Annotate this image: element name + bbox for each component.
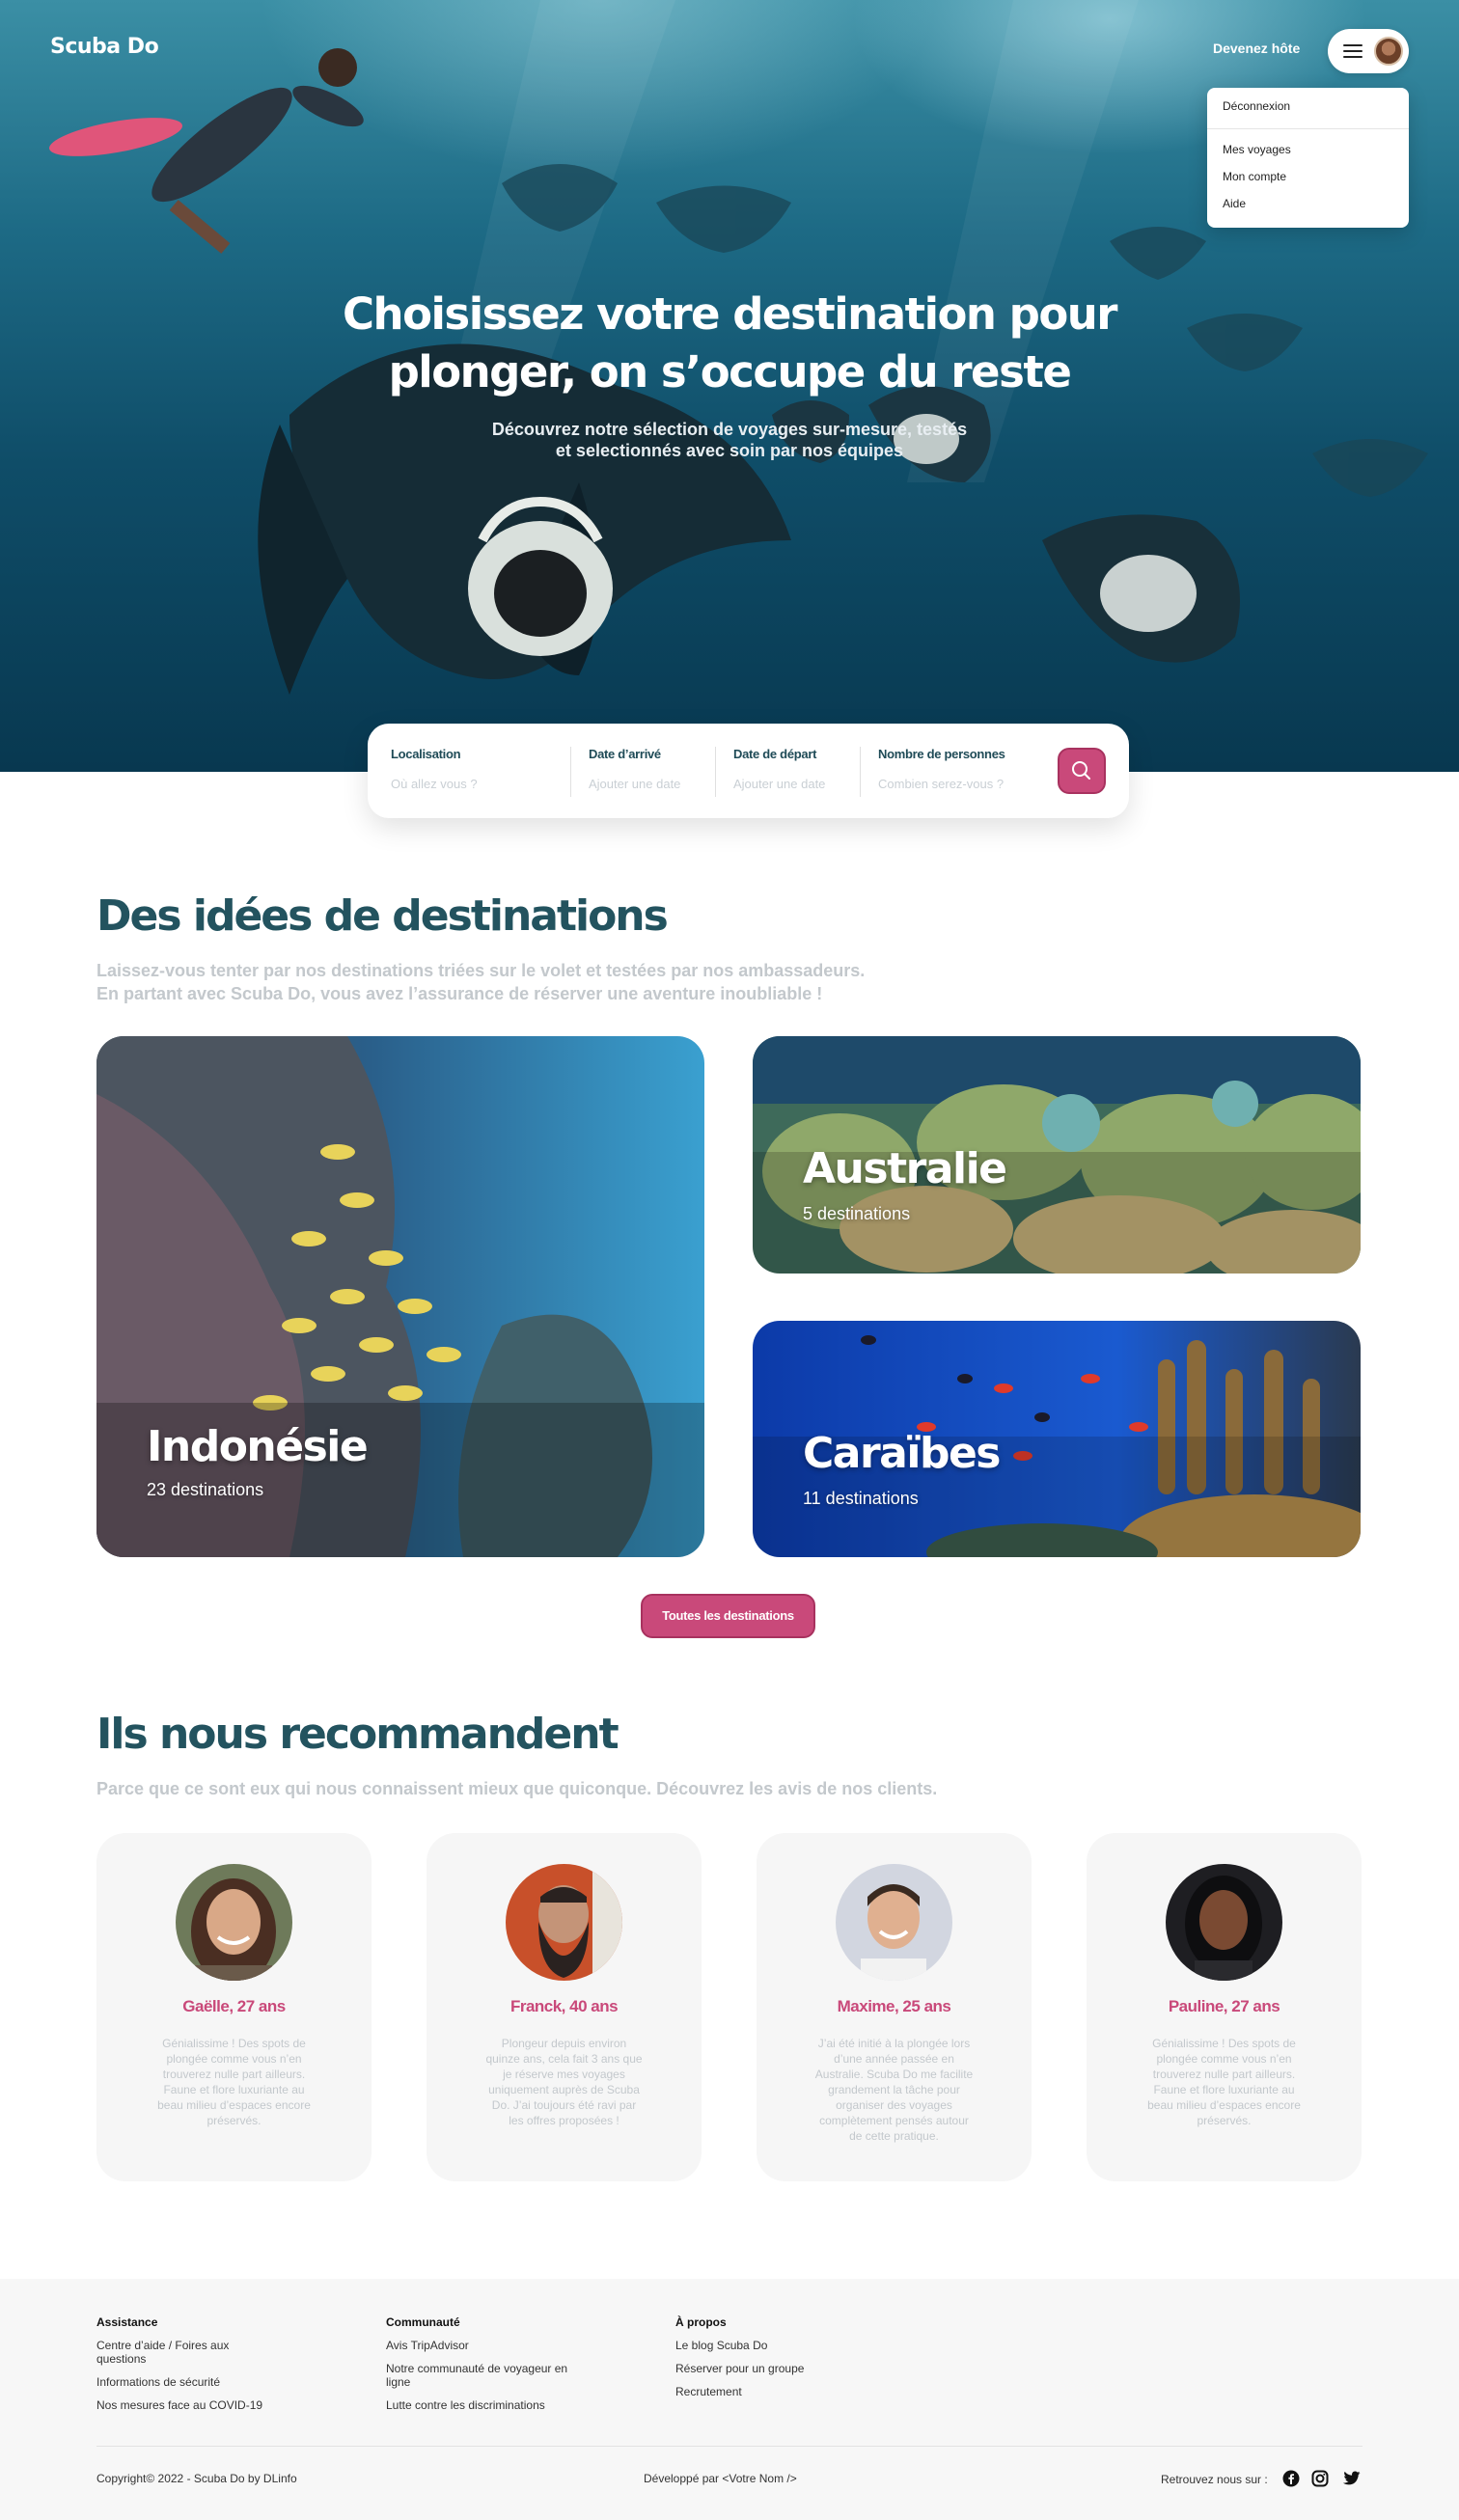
destination-card-caribbean[interactable]: Caraïbes 11 destinations xyxy=(753,1321,1361,1557)
testimonials-title: Ils nous recommandent xyxy=(96,1710,619,1759)
footer-link[interactable]: Le blog Scuba Do xyxy=(675,2339,868,2352)
footer-link[interactable]: Réserver pour un groupe xyxy=(675,2362,868,2375)
destinations-lead-line-1: Laissez-vous tenter par nos destinations… xyxy=(96,961,866,980)
destinations-lead: Laissez-vous tenter par nos destinations… xyxy=(96,959,865,1005)
hamburger-icon xyxy=(1343,44,1363,58)
footer-link[interactable]: Avis TripAdvisor xyxy=(386,2339,579,2352)
guests-input[interactable]: Combien serez-vous ? xyxy=(878,777,1005,791)
avatar xyxy=(1166,1864,1282,1981)
search-divider xyxy=(860,747,861,797)
destination-card-indonesia[interactable]: Indonésie 23 destinations xyxy=(96,1036,704,1557)
footer-column-assistance: Assistance Centre d’aide / Foires aux qu… xyxy=(96,2315,289,2422)
testimonial-card: Maxime, 25 ans J’ai été initié à la plon… xyxy=(757,1833,1032,2181)
avatar xyxy=(176,1864,292,1981)
all-destinations-button[interactable]: Toutes les destinations xyxy=(641,1594,815,1638)
arrival-label: Date d’arrivé xyxy=(589,747,661,761)
testimonial-card: Pauline, 27 ans Génialissime ! Des spots… xyxy=(1087,1833,1362,2181)
destination-count: 5 destinations xyxy=(803,1204,911,1223)
destination-name: Caraïbes xyxy=(803,1429,1001,1478)
footer-link[interactable]: Notre communauté de voyageur en ligne xyxy=(386,2362,579,2389)
footer-link[interactable]: Lutte contre les discriminations xyxy=(386,2398,579,2412)
footer: Assistance Centre d’aide / Foires aux qu… xyxy=(0,2279,1459,2520)
user-avatar xyxy=(1374,37,1403,66)
departure-label: Date de départ xyxy=(733,747,817,761)
search-icon xyxy=(1072,761,1090,780)
instagram-icon[interactable] xyxy=(1311,2470,1329,2487)
menu-item-account[interactable]: Mon compte xyxy=(1223,170,1286,183)
departure-date-input[interactable]: Ajouter une date xyxy=(733,777,825,791)
destination-card-australia[interactable]: Australie 5 destinations xyxy=(753,1036,1361,1274)
copyright: Copyright© 2022 - Scuba Do by DLinfo xyxy=(96,2472,297,2485)
avatar xyxy=(506,1864,622,1981)
hero-subtitle: Découvrez notre sélection de voyages sur… xyxy=(392,419,1067,461)
footer-link[interactable]: Centre d’aide / Foires aux questions xyxy=(96,2339,251,2366)
arrival-date-input[interactable]: Ajouter une date xyxy=(589,777,680,791)
testimonial-name: Maxime, 25 ans xyxy=(837,1997,951,2015)
menu-divider xyxy=(1207,128,1409,129)
footer-link[interactable]: Recrutement xyxy=(675,2385,868,2398)
brand-logo[interactable]: Scuba Do xyxy=(50,35,159,59)
search-field-departure[interactable]: Date de départ Ajouter une date xyxy=(733,747,825,791)
search-field-guests[interactable]: Nombre de personnes Combien serez-vous ? xyxy=(878,747,1005,791)
hero-title-line-2: plonger, on s’occupe du reste xyxy=(388,346,1072,397)
search-bar: Localisation Où allez vous ? Date d’arri… xyxy=(368,724,1129,818)
become-host-link[interactable]: Devenez hôte xyxy=(1213,41,1300,56)
footer-heading: Communauté xyxy=(386,2315,460,2329)
destination-count: 11 destinations xyxy=(803,1489,919,1508)
footer-heading: À propos xyxy=(675,2315,727,2329)
testimonial-name: Franck, 40 ans xyxy=(509,1997,619,2015)
search-field-location[interactable]: Localisation Où allez vous ? xyxy=(391,747,478,791)
testimonial-text: J’ai été initié à la plongée lors d’une … xyxy=(814,2037,974,2143)
hero-subtitle-line-2: et selectionnés avec soin par nos équipe… xyxy=(555,441,904,460)
hero-title: Choisissez votre destination pour plonge… xyxy=(295,286,1164,401)
footer-column-about: À propos Le blog Scuba Do Réserver pour … xyxy=(675,2315,868,2408)
footer-heading: Assistance xyxy=(96,2315,158,2329)
guests-label: Nombre de personnes xyxy=(878,747,1005,761)
footer-link[interactable]: Informations de sécurité xyxy=(96,2375,289,2389)
destinations-title: Des idées de destinations xyxy=(96,891,669,941)
destination-name: Australie xyxy=(803,1144,1007,1193)
footer-divider xyxy=(96,2446,1363,2447)
testimonials-lead: Parce que ce sont eux qui nous connaisse… xyxy=(96,1779,938,1798)
twitter-icon[interactable] xyxy=(1341,2471,1361,2487)
menu-item-help[interactable]: Aide xyxy=(1223,197,1246,210)
hero: Scuba Do Devenez hôte Déconnexion Mes vo… xyxy=(0,0,1459,772)
footer-column-community: Communauté Avis TripAdvisor Notre commun… xyxy=(386,2315,579,2422)
follow-us-label: Retrouvez nous sur : xyxy=(1161,2473,1268,2486)
destination-count: 23 destinations xyxy=(147,1480,264,1499)
location-label: Localisation xyxy=(391,747,461,761)
testimonial-text: Génialissime ! Des spots de plongée comm… xyxy=(1147,2037,1301,2127)
location-input[interactable]: Où allez vous ? xyxy=(391,777,478,791)
search-button[interactable] xyxy=(1058,748,1106,794)
testimonial-card: Gaëlle, 27 ans Génialissime ! Des spots … xyxy=(96,1833,372,2181)
user-menu-button[interactable] xyxy=(1328,29,1409,73)
search-field-arrival[interactable]: Date d’arrivé Ajouter une date xyxy=(589,747,680,791)
developer-credit: Développé par <Votre Nom /> xyxy=(644,2472,797,2485)
user-dropdown-menu: Déconnexion Mes voyages Mon compte Aide xyxy=(1207,88,1409,228)
search-divider xyxy=(715,747,716,797)
menu-item-logout[interactable]: Déconnexion xyxy=(1223,99,1290,113)
testimonial-name: Gaëlle, 27 ans xyxy=(182,1997,286,2015)
destinations-lead-line-2: En partant avec Scuba Do, vous avez l’as… xyxy=(96,984,823,1003)
indonesia-reef-image xyxy=(96,1036,704,1557)
destination-name: Indonésie xyxy=(147,1422,369,1471)
testimonial-card: Franck, 40 ans Plongeur depuis environ q… xyxy=(427,1833,702,2181)
search-divider xyxy=(570,747,571,797)
testimonial-text: Génialissime ! Des spots de plongée comm… xyxy=(157,2037,311,2127)
hero-subtitle-line-1: Découvrez notre sélection de voyages sur… xyxy=(491,420,968,439)
footer-link[interactable]: Nos mesures face au COVID-19 xyxy=(96,2398,289,2412)
facebook-icon[interactable] xyxy=(1282,2470,1300,2487)
hero-title-line-1: Choisissez votre destination pour xyxy=(343,288,1117,340)
menu-item-trips[interactable]: Mes voyages xyxy=(1223,143,1291,156)
testimonial-text: Plongeur depuis environ quinze ans, cela… xyxy=(485,2037,643,2127)
avatar xyxy=(836,1864,952,1981)
testimonial-name: Pauline, 27 ans xyxy=(1168,1997,1280,2015)
